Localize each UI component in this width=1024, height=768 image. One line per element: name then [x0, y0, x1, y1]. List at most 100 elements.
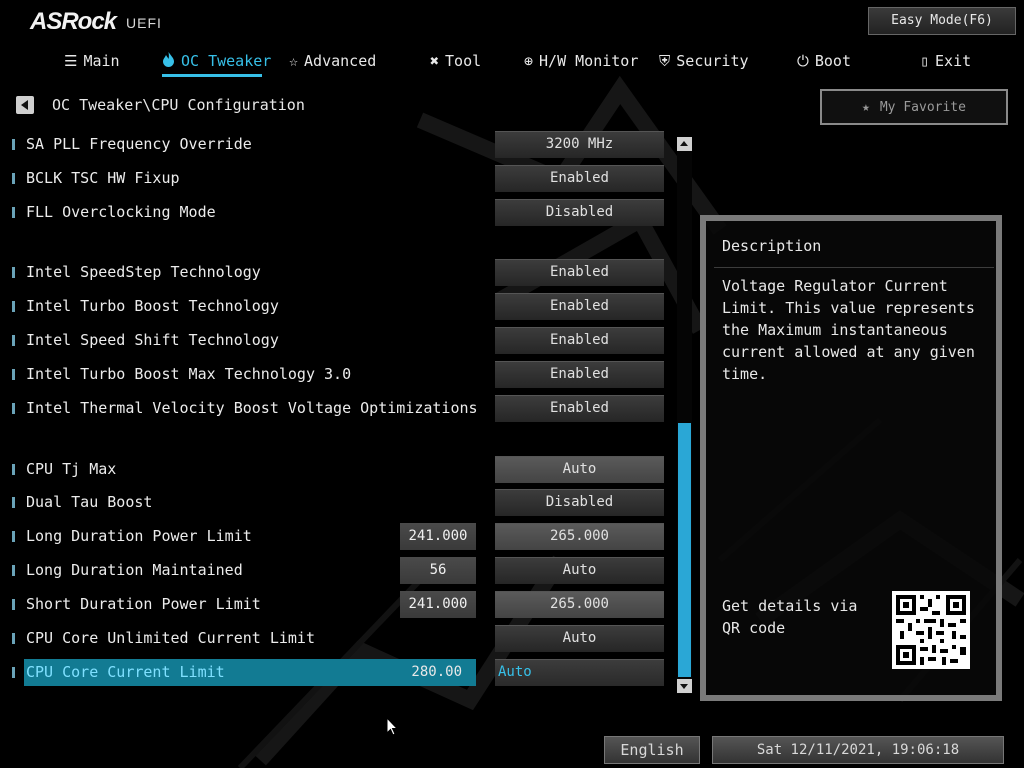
setting-value[interactable]: Auto — [495, 557, 664, 584]
current-value: 280.00 — [411, 664, 462, 680]
current-value: 56 — [400, 557, 476, 584]
setting-value[interactable]: Auto — [495, 456, 664, 483]
my-favorite-button[interactable]: ★ My Favorite — [820, 89, 1008, 125]
setting-value[interactable]: Enabled — [495, 395, 664, 422]
setting-value[interactable]: Enabled — [495, 293, 664, 320]
setting-row-sa-pll[interactable]: SA PLL Frequency Override 3200 MHz — [0, 131, 680, 159]
row-marker — [12, 464, 15, 475]
setting-label: SA PLL Frequency Override — [26, 135, 252, 153]
row-marker — [12, 599, 15, 610]
description-text: Voltage Regulator Current Limit. This va… — [722, 277, 975, 383]
current-value: 241.000 — [400, 523, 476, 550]
tab-exit[interactable]: ▯ Exit — [920, 50, 971, 72]
scrollbar-thumb[interactable] — [678, 423, 691, 677]
tab-label: Exit — [935, 52, 972, 70]
row-marker — [12, 633, 15, 644]
row-marker — [12, 403, 15, 414]
tab-hw-monitor[interactable]: ⊕ H/W Monitor — [524, 50, 638, 72]
tab-label: Security — [676, 52, 749, 70]
breadcrumb: OC Tweaker\CPU Configuration — [52, 96, 305, 114]
setting-row-turbo-boost[interactable]: Intel Turbo Boost Technology Enabled — [0, 293, 680, 321]
asrock-logo: ASRock — [30, 8, 117, 35]
setting-row-dual-tau[interactable]: Dual Tau Boost Disabled — [0, 489, 680, 517]
tab-advanced[interactable]: ☆ Advanced — [289, 50, 376, 72]
scroll-up-arrow-icon[interactable] — [677, 137, 692, 151]
setting-label: Short Duration Power Limit — [26, 595, 261, 613]
setting-label: Intel Speed Shift Technology — [26, 331, 279, 349]
setting-value[interactable]: Enabled — [495, 327, 664, 354]
list-icon: ☰ — [64, 52, 78, 70]
row-marker — [12, 267, 15, 278]
setting-label: Long Duration Maintained — [26, 561, 243, 579]
setting-row-fll-oc[interactable]: FLL Overclocking Mode Disabled — [0, 199, 680, 227]
power-icon: ⏻ — [797, 52, 809, 70]
setting-value[interactable]: 265.000 — [495, 523, 664, 550]
tab-security[interactable]: ⛨ Security — [659, 50, 749, 72]
tab-label: Main — [83, 52, 120, 70]
qr-caption: Get details via QR code — [722, 597, 858, 637]
setting-row-long-duration-maintained[interactable]: Long Duration Maintained 56 Auto — [0, 557, 680, 585]
row-marker — [12, 565, 15, 576]
setting-row-short-duration-limit[interactable]: Short Duration Power Limit 241.000 265.0… — [0, 591, 680, 619]
datetime-display: Sat 12/11/2021, 19:06:18 — [712, 736, 1004, 764]
tab-tool[interactable]: ✖ Tool — [430, 50, 481, 72]
tab-oc-tweaker[interactable]: OC Tweaker — [162, 50, 271, 72]
row-marker — [12, 531, 15, 542]
setting-row-tvb-voltage[interactable]: Intel Thermal Velocity Boost Voltage Opt… — [0, 395, 680, 423]
setting-row-core-unlimited-current[interactable]: CPU Core Unlimited Current Limit Auto — [0, 625, 680, 653]
setting-row-bclk-tsc[interactable]: BCLK TSC HW Fixup Enabled — [0, 165, 680, 193]
setting-label: Dual Tau Boost — [26, 493, 153, 511]
tab-label: OC Tweaker — [181, 52, 272, 70]
language-selector[interactable]: English — [604, 736, 700, 764]
row-marker — [12, 497, 15, 508]
exit-door-icon: ▯ — [920, 52, 930, 70]
setting-label: Intel Thermal Velocity Boost Voltage Opt… — [26, 399, 478, 417]
active-tab-indicator — [162, 74, 262, 77]
setting-label: FLL Overclocking Mode — [26, 203, 216, 221]
setting-label: Intel SpeedStep Technology — [26, 263, 261, 281]
setting-value[interactable]: Disabled — [495, 489, 664, 516]
easy-mode-button[interactable]: Easy Mode(F6) — [868, 7, 1016, 35]
description-panel: Description Voltage Regulator Current Li… — [700, 215, 1002, 701]
tab-label: Tool — [445, 52, 482, 70]
tab-main[interactable]: ☰ Main — [64, 50, 120, 72]
qr-code-icon — [892, 591, 970, 669]
mouse-cursor-icon — [386, 717, 398, 736]
description-title: Description — [722, 237, 822, 255]
setting-value[interactable]: Enabled — [495, 259, 664, 286]
setting-value[interactable]: Enabled — [495, 361, 664, 388]
tab-label: H/W Monitor — [539, 52, 639, 70]
setting-label: BCLK TSC HW Fixup — [26, 169, 180, 187]
setting-label: Intel Turbo Boost Technology — [26, 297, 279, 315]
row-marker — [12, 207, 15, 218]
setting-label: CPU Core Unlimited Current Limit — [26, 629, 315, 647]
setting-row-turbo-max-3[interactable]: Intel Turbo Boost Max Technology 3.0 Ena… — [0, 361, 680, 389]
row-marker — [12, 173, 15, 184]
divider — [714, 267, 994, 268]
scroll-down-arrow-icon[interactable] — [677, 679, 692, 693]
back-arrow-icon[interactable] — [16, 96, 34, 114]
tab-boot[interactable]: ⏻ Boot — [797, 50, 851, 72]
setting-value[interactable]: 3200 MHz — [495, 131, 664, 158]
shield-icon: ⛨ — [659, 52, 671, 70]
row-marker — [12, 335, 15, 346]
setting-label: Long Duration Power Limit — [26, 527, 252, 545]
my-favorite-label: My Favorite — [879, 99, 966, 115]
setting-label: Intel Turbo Boost Max Technology 3.0 — [26, 365, 352, 383]
setting-row-tj-max[interactable]: CPU Tj Max Auto — [0, 456, 680, 484]
row-marker — [12, 369, 15, 380]
setting-label: CPU Tj Max — [26, 460, 117, 478]
setting-row-core-current-limit[interactable]: CPU Core Current Limit 280.00 Auto — [0, 659, 680, 687]
current-value: 241.000 — [400, 591, 476, 618]
flame-icon — [162, 51, 175, 71]
setting-value[interactable]: Enabled — [495, 165, 664, 192]
setting-value[interactable]: 265.000 — [495, 591, 664, 618]
setting-label: CPU Core Current Limit — [26, 663, 225, 681]
setting-value[interactable]: Auto — [495, 659, 664, 686]
setting-row-long-duration-limit[interactable]: Long Duration Power Limit 241.000 265.00… — [0, 523, 680, 551]
setting-value[interactable]: Auto — [495, 625, 664, 652]
setting-row-speed-shift[interactable]: Intel Speed Shift Technology Enabled — [0, 327, 680, 355]
setting-value[interactable]: Disabled — [495, 199, 664, 226]
star-tool-icon: ☆ — [289, 52, 299, 70]
setting-row-speedstep[interactable]: Intel SpeedStep Technology Enabled — [0, 259, 680, 287]
